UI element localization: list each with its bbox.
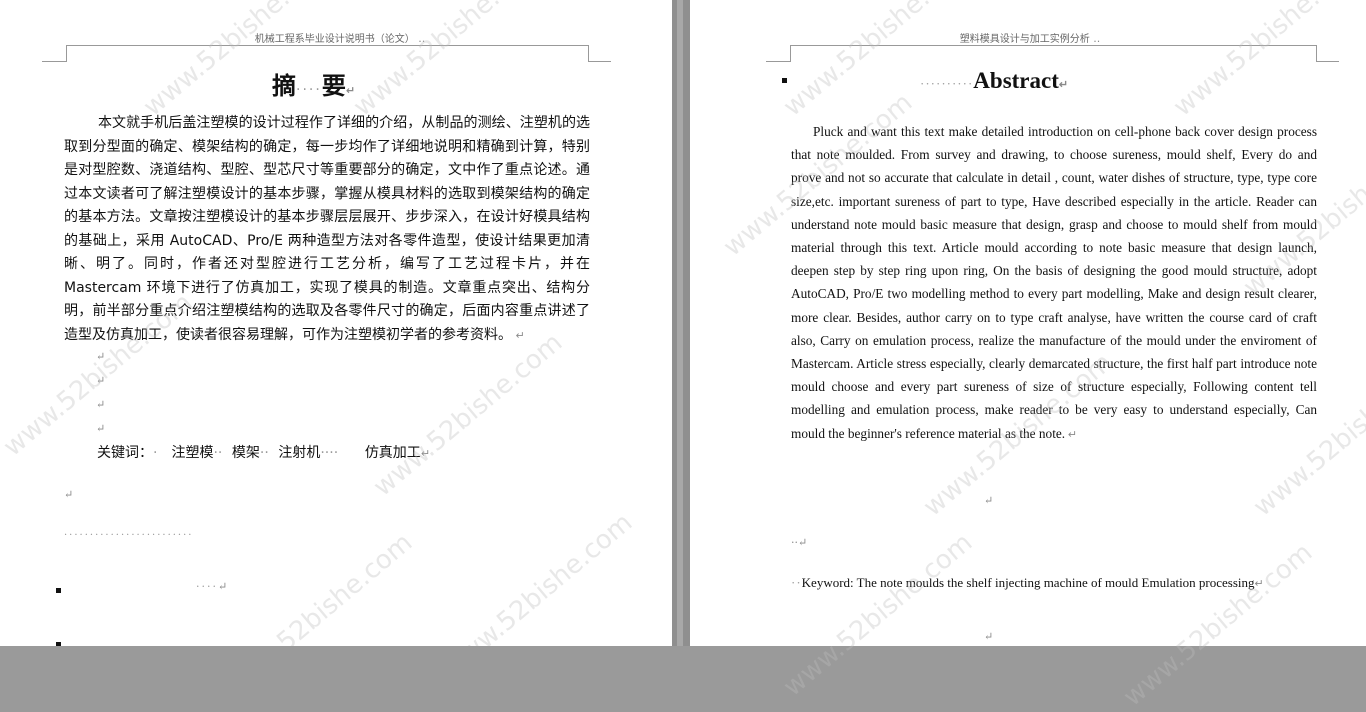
running-head-left: 机械工程系毕业设计说明书（论文） .. xyxy=(254,32,426,45)
keywords-en: ··Keyword: The note moulds the shelf inj… xyxy=(791,575,1264,590)
paragraph-mark: ··↵ xyxy=(791,536,808,549)
paragraph-mark: ↵ xyxy=(984,630,994,643)
bullet-marker xyxy=(56,642,61,646)
header-rule-right xyxy=(1316,45,1339,62)
dots-line: ····↵ xyxy=(196,580,230,593)
paragraph-mark: ↵ xyxy=(64,488,74,501)
paragraph-mark: ↵ xyxy=(984,494,994,507)
paragraph-mark: ↵ xyxy=(96,422,106,435)
watermark: www.52bishe.com xyxy=(348,0,549,123)
running-head-right: 塑料模具设计与加工实例分析 .. xyxy=(959,32,1101,45)
paragraph-mark: ↵ xyxy=(96,350,106,363)
watermark: www.52bishe.com xyxy=(438,507,639,646)
keywords-zh: 关键词：· 注塑模·· 模架·· 注射机···· 仿真加工↵ xyxy=(97,445,431,461)
paragraph-mark: ↵ xyxy=(96,398,106,411)
header-rule-center xyxy=(790,45,1316,46)
header-rule-left xyxy=(42,45,67,62)
abstract-body-en: Pluck and want this text make detailed i… xyxy=(791,124,1317,441)
document-page-left[interactable]: 机械工程系毕业设计说明书（论文） .. 摘····要↵ 本文就手机后盖注塑模的设… xyxy=(0,0,672,646)
header-rule-right xyxy=(588,45,611,62)
section-break-dots: ························· xyxy=(64,530,194,541)
abstract-title-en: ··········Abstract↵ xyxy=(920,68,1069,93)
abstract-title-zh: 摘····要↵ xyxy=(272,72,356,100)
watermark: www.52bishe.com xyxy=(368,327,569,503)
page-gutter-line xyxy=(677,0,683,646)
watermark: www.52bishe.com xyxy=(138,0,339,123)
bullet-marker xyxy=(782,78,787,83)
header-rule-left xyxy=(766,45,791,62)
paragraph-mark: ↵ xyxy=(96,374,106,387)
watermark: www.52bishe.com xyxy=(218,527,419,646)
header-rule-center xyxy=(66,45,588,46)
bullet-marker xyxy=(56,588,61,593)
abstract-body-zh: 本文就手机后盖注塑模的设计过程作了详细的介绍，从制品的测绘、注塑机的选取到分型面… xyxy=(64,115,590,343)
